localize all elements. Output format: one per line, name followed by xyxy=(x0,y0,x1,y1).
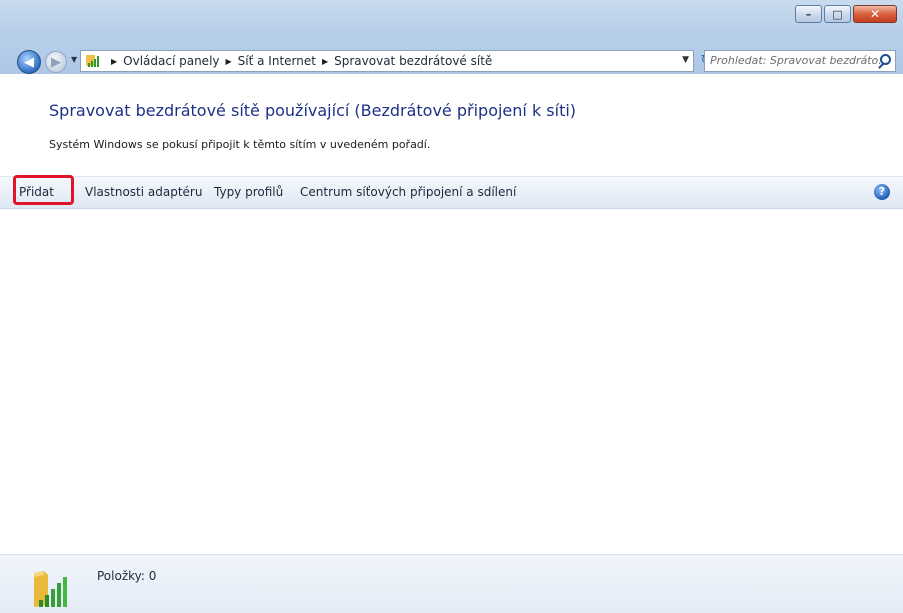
network-icon xyxy=(86,55,99,67)
wireless-network-folder-icon xyxy=(34,571,67,607)
caption-buttons: – □ ✕ xyxy=(793,5,897,23)
forward-button[interactable]: ▶ xyxy=(45,51,67,73)
breadcrumb-separator-icon[interactable]: ▶ xyxy=(322,57,328,66)
command-bar: Přidat Vlastnosti adaptéru Typy profilů … xyxy=(0,176,903,209)
status-bar: Položky: 0 xyxy=(0,554,903,613)
breadcrumb-control-panel[interactable]: Ovládací panely xyxy=(123,54,219,68)
main-content: Spravovat bezdrátové sítě používající (B… xyxy=(0,74,903,554)
minimize-button[interactable]: – xyxy=(795,5,822,23)
page-description: Systém Windows se pokusí připojit k těmt… xyxy=(49,138,431,151)
address-dropdown-icon[interactable]: ▼ xyxy=(682,55,689,65)
breadcrumb: ▶ Ovládací panely ▶ Síť a Internet ▶ Spr… xyxy=(105,54,492,68)
breadcrumb-manage-wireless[interactable]: Spravovat bezdrátové sítě xyxy=(334,54,492,68)
page-title: Spravovat bezdrátové sítě používající (B… xyxy=(49,101,577,120)
network-center-link[interactable]: Centrum síťových připojení a sdílení xyxy=(300,185,516,199)
forward-arrow-icon: ▶ xyxy=(51,54,61,70)
search-icon[interactable] xyxy=(880,54,891,65)
close-button[interactable]: ✕ xyxy=(853,5,897,23)
add-button-highlight xyxy=(13,175,74,205)
back-arrow-icon: ◀ xyxy=(24,54,34,70)
help-icon[interactable]: ? xyxy=(874,184,890,200)
breadcrumb-separator-icon[interactable]: ▶ xyxy=(111,57,117,66)
items-count: Položky: 0 xyxy=(97,569,157,583)
search-input[interactable]: Prohledat: Spravovat bezdráto... xyxy=(704,50,896,72)
back-button[interactable]: ◀ xyxy=(17,50,41,74)
minimize-icon: – xyxy=(805,7,812,21)
recent-pages-dropdown[interactable]: ▼ xyxy=(71,55,77,64)
breadcrumb-network-internet[interactable]: Síť a Internet xyxy=(238,54,316,68)
search-placeholder: Prohledat: Spravovat bezdráto... xyxy=(710,54,889,67)
profile-types-button[interactable]: Typy profilů xyxy=(214,185,283,199)
close-icon: ✕ xyxy=(869,7,881,21)
window: – □ ✕ ◀ ▶ ▼ ▶ Ovládací panely ▶ Síť a In… xyxy=(0,0,903,613)
adapter-properties-button[interactable]: Vlastnosti adaptéru xyxy=(85,185,202,199)
breadcrumb-separator-icon[interactable]: ▶ xyxy=(226,57,232,66)
maximize-button[interactable]: □ xyxy=(824,5,851,23)
maximize-icon: □ xyxy=(832,7,843,21)
address-bar[interactable]: ▶ Ovládací panely ▶ Síť a Internet ▶ Spr… xyxy=(80,50,694,72)
